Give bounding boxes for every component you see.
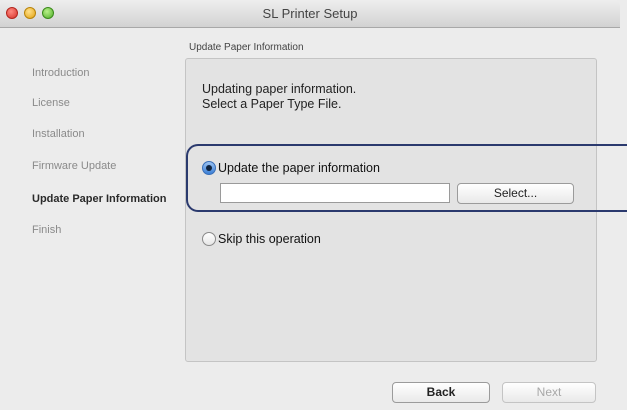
highlight-callout <box>186 144 627 212</box>
window-title: SL Printer Setup <box>262 6 358 21</box>
installer-window: SL Printer Setup Introduction License In… <box>0 0 627 410</box>
title-bar[interactable]: SL Printer Setup <box>0 0 620 28</box>
next-button[interactable]: Next <box>502 382 596 403</box>
sidebar-item-firmware-update: Firmware Update <box>32 160 117 172</box>
sidebar-item-license: License <box>32 97 70 109</box>
description-line-1: Updating paper information. <box>202 82 357 96</box>
sidebar-item-update-paper-information: Update Paper Information <box>32 193 167 205</box>
back-button[interactable]: Back <box>392 382 490 403</box>
panel-title: Update Paper Information <box>189 42 304 53</box>
description-line-2: Select a Paper Type File. <box>202 97 342 111</box>
sidebar-item-finish: Finish <box>32 224 62 236</box>
sidebar-item-introduction: Introduction <box>32 67 90 79</box>
skip-operation-radio[interactable] <box>202 232 216 246</box>
sidebar-item-installation: Installation <box>32 128 85 140</box>
skip-operation-radio-label[interactable]: Skip this operation <box>218 232 321 246</box>
